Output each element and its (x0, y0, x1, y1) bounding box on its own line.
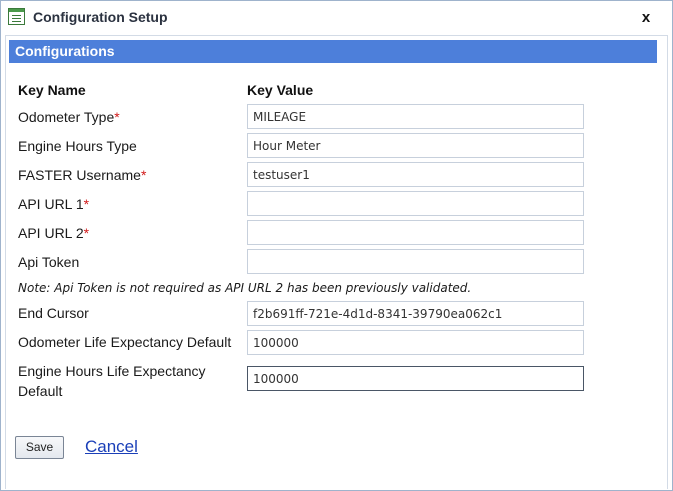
faster-username-label: FASTER Username* (18, 167, 147, 183)
engine-hours-life-expectancy-field[interactable] (247, 366, 584, 391)
required-marker: * (114, 109, 120, 125)
cancel-link[interactable]: Cancel (85, 437, 138, 457)
key-name-column-header: Key Name (18, 82, 86, 98)
odometer-life-expectancy-label: Odometer Life Expectancy Default (18, 334, 232, 350)
required-marker: * (140, 167, 147, 183)
title-bar: Configuration Setup x (1, 1, 672, 35)
required-marker: * (83, 225, 90, 241)
odometer-type-field[interactable] (247, 104, 584, 129)
engine-hours-life-expectancy-label: Engine Hours Life Expectancy Default (18, 363, 206, 399)
faster-username-field[interactable] (247, 162, 584, 187)
section-header: Configurations (9, 40, 657, 63)
engine-hours-type-label: Engine Hours Type (18, 138, 137, 154)
api-token-note: Note: Api Token is not required as API U… (18, 281, 472, 295)
api-token-label: Api Token (18, 254, 80, 270)
form-window-icon (8, 8, 25, 25)
odometer-type-label: Odometer Type* (18, 109, 120, 125)
required-marker: * (83, 196, 90, 212)
close-icon[interactable]: x (637, 9, 655, 27)
key-value-column-header: Key Value (247, 82, 314, 98)
configuration-setup-dialog: Configuration Setup x Configurations Key… (0, 0, 673, 491)
api-url-1-label: API URL 1* (18, 196, 90, 212)
odometer-life-expectancy-field[interactable] (247, 330, 584, 355)
end-cursor-label: End Cursor (18, 305, 89, 321)
api-url-2-label: API URL 2* (18, 225, 90, 241)
dialog-title: Configuration Setup (33, 9, 168, 25)
end-cursor-field[interactable] (247, 301, 584, 326)
save-button[interactable]: Save (15, 436, 64, 459)
api-url-1-field[interactable] (247, 191, 584, 216)
api-url-2-field[interactable] (247, 220, 584, 245)
engine-hours-type-field[interactable] (247, 133, 584, 158)
api-token-field[interactable] (247, 249, 584, 274)
